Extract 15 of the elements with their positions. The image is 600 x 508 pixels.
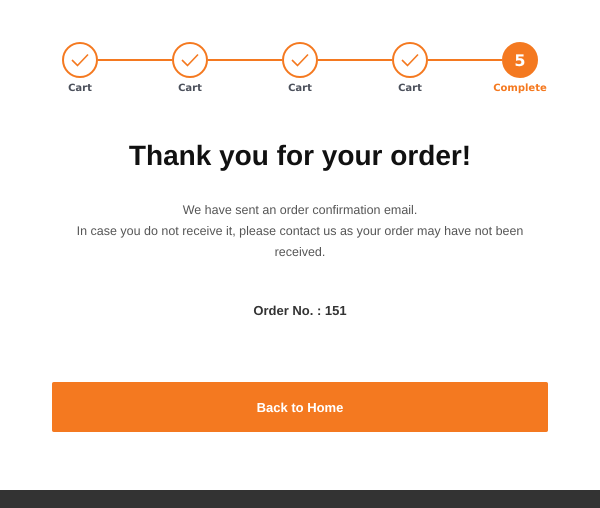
step-label: Cart (68, 83, 92, 94)
check-icon (401, 53, 419, 67)
message-text: In case you do not receive it, please contact us as your order may have not been received. (76, 223, 524, 261)
step-circle: 5 (502, 42, 538, 78)
check-icon (181, 53, 199, 67)
step-label: Cart (178, 83, 202, 94)
page-title: Thank you for your order! (128, 140, 472, 172)
back-to-home-button[interactable]: Back to Home (52, 382, 548, 432)
step-label: Cart (398, 83, 422, 94)
step-label: Complete (493, 83, 547, 94)
order-number: Order No. : 151 (253, 303, 347, 318)
step-label: Cart (288, 83, 312, 94)
message-text: We have sent an order confirmation email. (182, 202, 418, 219)
check-icon (291, 53, 309, 67)
check-icon (71, 53, 89, 67)
